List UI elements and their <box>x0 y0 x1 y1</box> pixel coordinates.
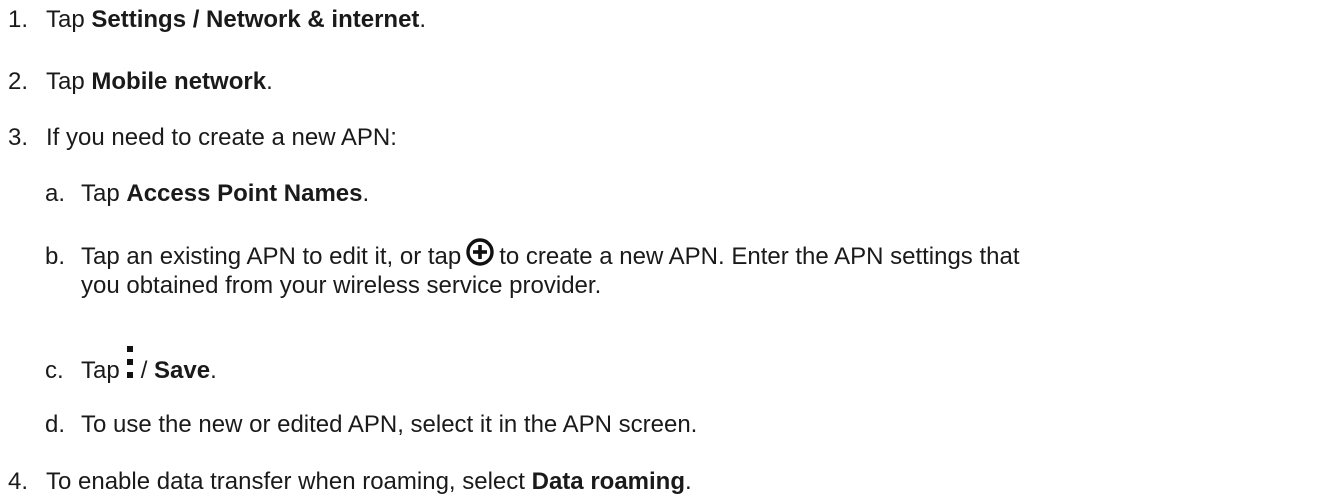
step-2: 2. Tap Mobile network. <box>8 66 273 98</box>
substep-letter: b. <box>45 243 66 270</box>
step-text: Tap <box>46 6 92 33</box>
substep-text: Tap an existing APN to edit it, or tap <box>81 243 462 270</box>
step-emphasis: Settings / Network & internet <box>91 6 420 33</box>
substep-text: To use the new or edited APN, select it … <box>81 411 698 438</box>
step-4: 4. To enable data transfer when roaming, … <box>8 466 692 498</box>
substep-text: Tap <box>81 180 127 207</box>
substep-a: a. Tap Access Point Names. <box>45 178 369 210</box>
substep-text: to create a new APN. Enter the APN setti… <box>499 243 1020 270</box>
step-text: If you need to create a new APN: <box>46 124 397 151</box>
step-number: 3. <box>8 124 29 151</box>
step-emphasis: Mobile network <box>91 68 267 95</box>
substep-b-continued: you obtained from your wireless service … <box>81 270 601 302</box>
step-emphasis: Data roaming <box>531 468 685 495</box>
step-text: To enable data transfer when roaming, se… <box>46 468 532 495</box>
substep-text: you obtained from your wireless service … <box>81 272 602 299</box>
substep-d: d. To use the new or edited APN, select i… <box>45 409 697 441</box>
step-number: 2. <box>8 68 29 95</box>
substep-emphasis: Save <box>154 357 211 384</box>
more-vertical-icon <box>126 346 134 389</box>
step-1: 1. Tap Settings / Network & internet. <box>8 4 426 36</box>
substep-letter: d. <box>45 411 66 438</box>
substep-text: / <box>140 357 155 384</box>
substep-letter: c. <box>45 357 64 384</box>
step-text: Tap <box>46 68 92 95</box>
step-3: 3. If you need to create a new APN: <box>8 122 397 154</box>
substep-c: c. Tap / Save. <box>45 346 217 389</box>
substep-letter: a. <box>45 180 66 207</box>
substep-emphasis: Access Point Names <box>126 180 363 207</box>
step-number: 1. <box>8 6 29 33</box>
substep-text: Tap <box>81 357 120 384</box>
step-number: 4. <box>8 468 29 495</box>
